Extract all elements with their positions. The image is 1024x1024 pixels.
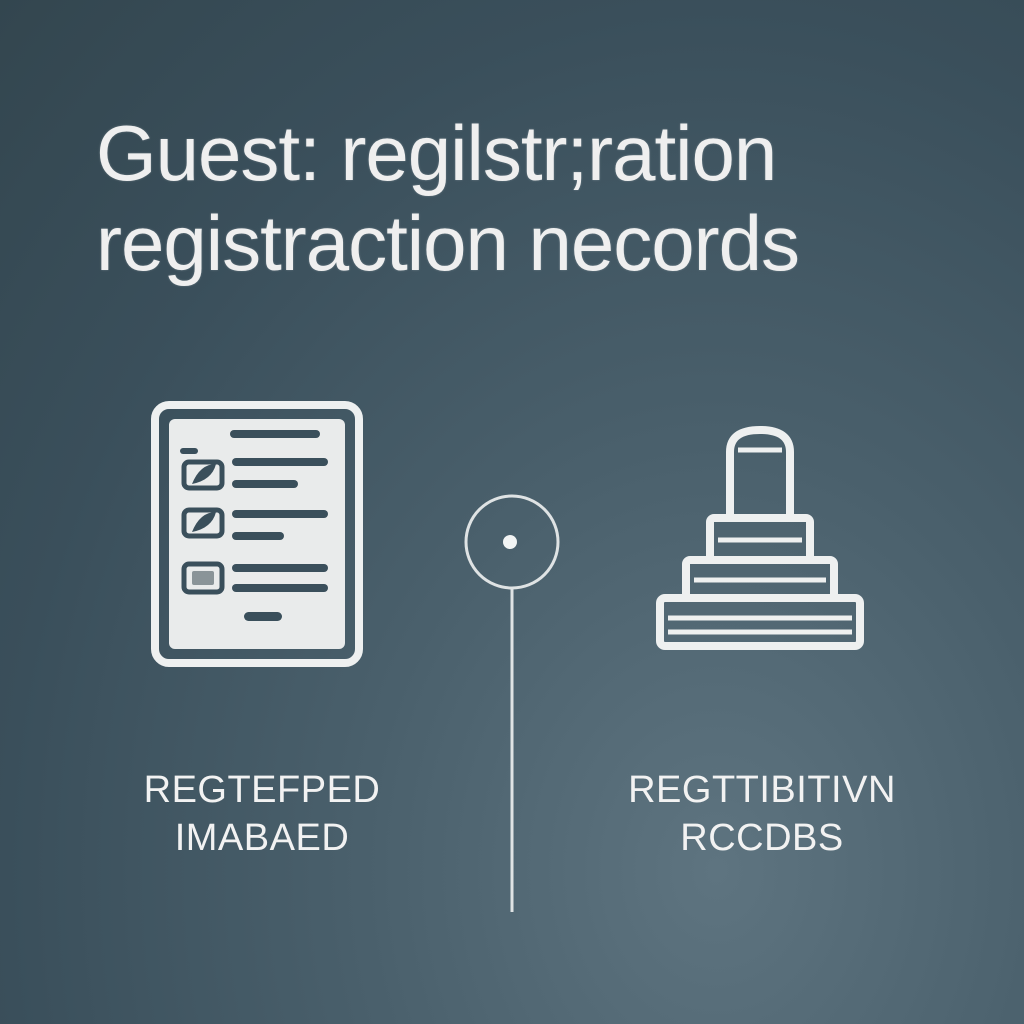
title-line-2: registraction necords [96,199,800,287]
right-caption-line-1: REGTTIBITIVN [628,769,896,811]
right-caption-line-2: RCCDBS [680,817,844,859]
left-caption: REGTEFPED IMABAED [120,766,404,862]
page-title: Guest: regilstr;ration registraction nec… [96,108,956,288]
left-caption-line-2: IMABAED [174,817,350,859]
stamp-icon [656,426,864,650]
timeline-node-icon [464,494,560,912]
left-caption-line-1: REGTEFPED [143,769,381,811]
title-line-1: Guest: regilstr;ration [96,109,777,197]
checklist-icon [151,401,363,667]
right-caption: REGTTIBITIVN RCCDBS [620,766,904,862]
